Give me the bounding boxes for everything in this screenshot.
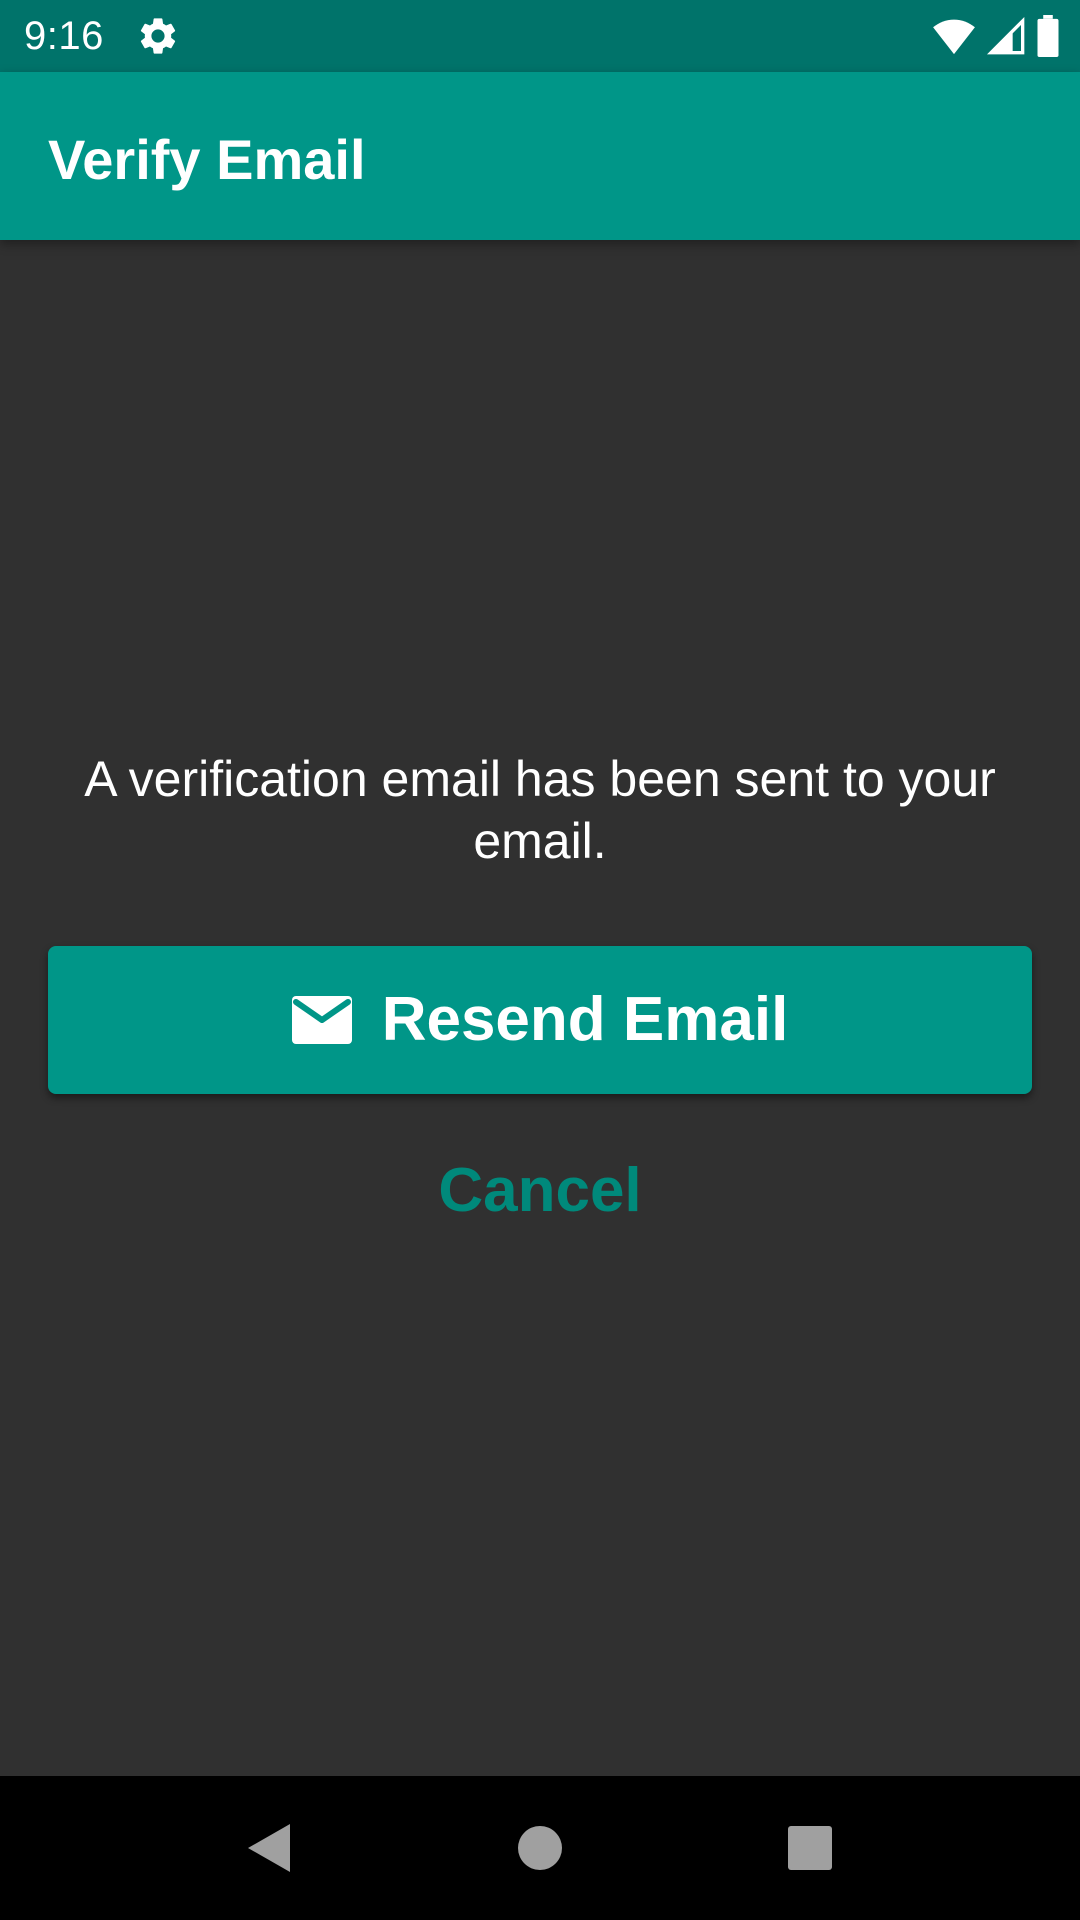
back-triangle-icon bbox=[248, 1824, 290, 1872]
app-bar: Verify Email bbox=[0, 72, 1080, 240]
navigation-bar bbox=[0, 1776, 1080, 1920]
recents-square-icon bbox=[788, 1826, 832, 1870]
wifi-icon bbox=[932, 16, 976, 56]
status-icons bbox=[932, 14, 1060, 58]
page-title: Verify Email bbox=[48, 128, 366, 191]
status-time: 9:16 bbox=[24, 14, 104, 58]
battery-icon bbox=[1036, 15, 1060, 57]
cancel-button[interactable]: Cancel bbox=[340, 1150, 740, 1230]
status-bar: 9:16 bbox=[0, 0, 1080, 72]
resend-email-label: Resend Email bbox=[381, 985, 789, 1054]
verification-message: A verification email has been sent to yo… bbox=[84, 751, 996, 869]
home-button[interactable] bbox=[498, 1806, 582, 1890]
back-button[interactable] bbox=[226, 1806, 310, 1890]
mail-icon bbox=[291, 996, 352, 1044]
resend-email-button[interactable]: Resend Email bbox=[48, 946, 1032, 1094]
settings-gear-icon bbox=[136, 14, 180, 58]
home-circle-icon bbox=[518, 1826, 562, 1870]
cell-signal-icon bbox=[986, 16, 1026, 56]
recents-button[interactable] bbox=[768, 1806, 852, 1890]
